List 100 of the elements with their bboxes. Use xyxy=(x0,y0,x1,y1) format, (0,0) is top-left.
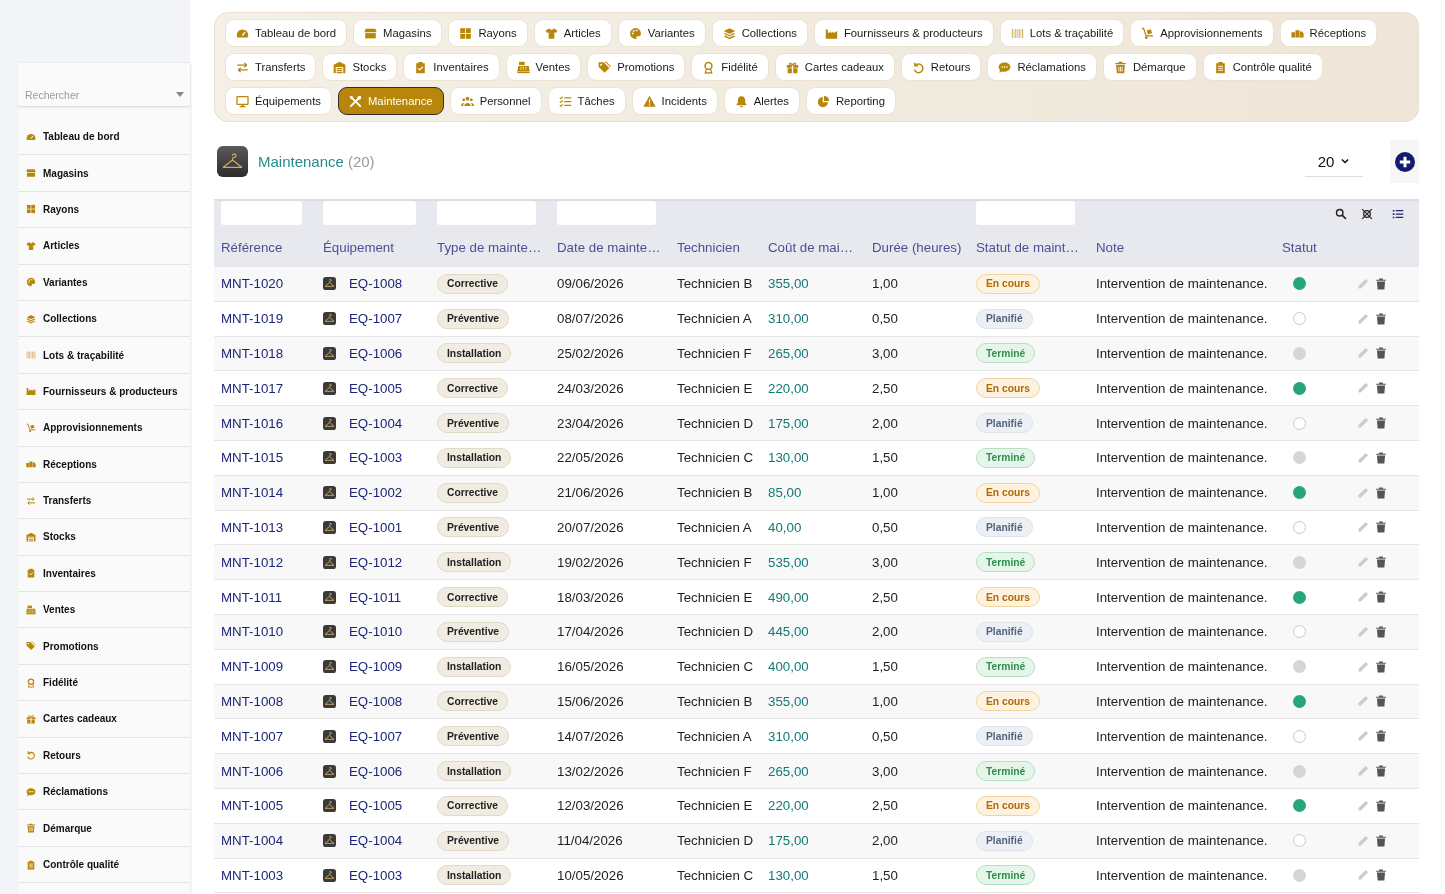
sidebar-item[interactable]: Réceptions xyxy=(18,446,190,483)
nav-tab[interactable]: Transferts xyxy=(225,53,317,81)
nav-tab[interactable]: Fournisseurs & producteurs xyxy=(813,19,994,47)
equipment-link[interactable]: EQ-1006 xyxy=(349,346,403,361)
column-header[interactable]: Statut xyxy=(1282,239,1317,255)
nav-tab[interactable]: Alertes xyxy=(723,87,800,115)
sidebar-item[interactable]: Retours xyxy=(18,737,190,775)
nav-tab[interactable]: Approvisionnements xyxy=(1130,19,1274,47)
reference-link[interactable]: MNT-1013 xyxy=(221,519,284,535)
reference-link[interactable]: MNT-1019 xyxy=(221,311,284,327)
reference-link[interactable]: MNT-1003 xyxy=(221,867,284,883)
reference-link[interactable]: MNT-1014 xyxy=(221,485,284,501)
nav-tab[interactable]: Rayons xyxy=(448,19,528,47)
nav-tab[interactable]: Tâches xyxy=(547,87,626,115)
trash-icon[interactable] xyxy=(1375,486,1387,499)
nav-tab[interactable]: Stocks xyxy=(322,53,398,81)
trash-icon[interactable] xyxy=(1375,765,1387,778)
nav-tab[interactable]: Variantes xyxy=(617,19,706,47)
nav-tab[interactable]: Promotions xyxy=(587,53,686,81)
filter-field[interactable] xyxy=(976,201,1075,225)
equipment-link[interactable]: EQ-1008 xyxy=(349,276,403,292)
reference-link[interactable]: MNT-1015 xyxy=(221,450,284,466)
sidebar-item[interactable]: Fournisseurs & producteurs xyxy=(18,373,190,411)
trash-icon[interactable] xyxy=(1375,312,1387,325)
trash-icon[interactable] xyxy=(1375,347,1387,360)
nav-tab[interactable]: Démarque xyxy=(1102,53,1197,81)
nav-tab[interactable]: Tableau de bord xyxy=(225,19,348,47)
reference-link[interactable]: MNT-1017 xyxy=(221,380,284,396)
reference-link[interactable]: MNT-1008 xyxy=(221,693,284,709)
equipment-link[interactable]: EQ-1005 xyxy=(349,380,403,396)
filter-field[interactable] xyxy=(437,201,536,225)
trash-icon[interactable] xyxy=(1375,834,1387,847)
filter-field[interactable] xyxy=(221,201,302,225)
trash-icon[interactable] xyxy=(1375,799,1387,812)
equipment-link[interactable]: EQ-1005 xyxy=(349,798,403,814)
sidebar-item[interactable]: Ventes xyxy=(18,592,190,629)
nav-tab[interactable]: Magasins xyxy=(353,19,443,47)
nav-tab[interactable]: Inventaires xyxy=(403,53,500,81)
trash-icon[interactable] xyxy=(1375,591,1387,604)
trash-icon[interactable] xyxy=(1375,869,1387,882)
trash-icon[interactable] xyxy=(1375,417,1387,430)
sidebar-item[interactable]: Rayons xyxy=(18,191,190,229)
trash-icon[interactable] xyxy=(1375,695,1387,708)
reference-link[interactable]: MNT-1007 xyxy=(221,728,284,744)
sidebar-item[interactable]: Tableau de bord xyxy=(18,119,190,156)
nav-tab[interactable]: Cartes cadeaux xyxy=(774,53,895,81)
nav-tab[interactable]: Retours xyxy=(900,53,982,81)
column-header[interactable]: Technicien xyxy=(677,239,740,255)
sidebar-item[interactable]: Collections xyxy=(18,300,190,338)
sidebar-item[interactable]: Variantes xyxy=(18,264,190,301)
nav-tab[interactable]: Ventes xyxy=(505,53,582,81)
reference-link[interactable]: MNT-1006 xyxy=(221,763,284,779)
equipment-link[interactable]: EQ-1009 xyxy=(349,659,403,675)
reference-link[interactable]: MNT-1016 xyxy=(221,415,284,431)
reference-link[interactable]: MNT-1012 xyxy=(221,554,284,570)
search-icon[interactable] xyxy=(1335,208,1347,220)
clear-filter-icon[interactable] xyxy=(1361,208,1373,220)
column-header[interactable]: Note xyxy=(1096,239,1125,255)
nav-tab[interactable]: Reporting xyxy=(805,87,896,115)
sidebar-item[interactable]: Fidélité xyxy=(18,664,190,702)
reference-link[interactable]: MNT-1009 xyxy=(221,659,284,675)
nav-tab[interactable]: Réclamations xyxy=(987,53,1097,81)
sidebar-item[interactable]: Contrôle qualité xyxy=(18,846,190,884)
sidebar-item[interactable]: Magasins xyxy=(18,155,190,192)
column-header[interactable]: Durée (heures) xyxy=(872,239,962,255)
trash-icon[interactable] xyxy=(1375,625,1387,638)
trash-icon[interactable] xyxy=(1375,382,1387,395)
nav-tab[interactable]: Articles xyxy=(533,19,612,47)
nav-tab[interactable]: Réceptions xyxy=(1279,19,1378,47)
reference-link[interactable]: MNT-1011 xyxy=(221,589,283,605)
sidebar-item[interactable]: Inventaires xyxy=(18,555,190,593)
trash-icon[interactable] xyxy=(1375,660,1387,673)
nav-tab[interactable]: Collections xyxy=(711,19,808,47)
sidebar-item[interactable]: Stocks xyxy=(18,519,190,556)
list-icon[interactable] xyxy=(1392,208,1404,220)
equipment-link[interactable]: EQ-1003 xyxy=(349,450,403,466)
nav-tab[interactable]: Fidélité xyxy=(691,53,769,81)
reference-link[interactable]: MNT-1004 xyxy=(221,833,284,849)
page-size-select[interactable]: 20 xyxy=(1305,146,1363,177)
sidebar-item[interactable]: Approvisionnements xyxy=(18,410,190,447)
equipment-link[interactable]: EQ-1004 xyxy=(349,415,403,431)
trash-icon[interactable] xyxy=(1375,451,1387,464)
equipment-link[interactable]: EQ-1002 xyxy=(349,485,403,501)
column-header[interactable]: Date de mainte… xyxy=(557,239,661,255)
nav-tab[interactable]: Lots & traçabilité xyxy=(999,19,1125,47)
nav-tab[interactable]: Équipements xyxy=(225,87,332,115)
reference-link[interactable]: MNT-1018 xyxy=(221,346,284,361)
trash-icon[interactable] xyxy=(1375,556,1387,569)
filter-field[interactable] xyxy=(323,201,416,225)
nav-tab[interactable]: Personnel xyxy=(449,87,542,115)
sidebar-item[interactable]: Transferts xyxy=(18,482,190,520)
equipment-link[interactable]: EQ-1010 xyxy=(349,624,403,640)
sidebar-item[interactable]: Cartes cadeaux xyxy=(18,701,190,738)
nav-tab[interactable]: Contrôle qualité xyxy=(1202,53,1323,81)
caret-icon[interactable] xyxy=(176,92,184,97)
filter-field[interactable] xyxy=(557,201,656,225)
search-field[interactable]: Rechercher xyxy=(25,84,172,105)
sidebar-item[interactable]: Promotions xyxy=(18,628,190,665)
equipment-link[interactable]: EQ-1001 xyxy=(349,519,403,535)
column-header[interactable]: Équipement xyxy=(323,239,394,255)
